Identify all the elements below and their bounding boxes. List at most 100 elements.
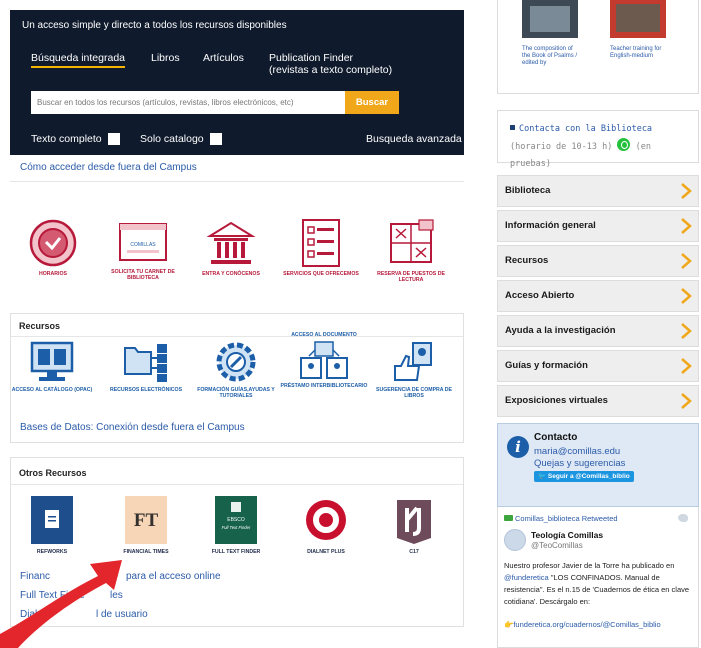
c17-logo-icon — [397, 500, 431, 544]
financial-times-link-end[interactable]: para el acceso online — [126, 571, 221, 582]
tile-acceso-documento[interactable]: ACCESO AL DOCUMENTO PRÉSTAMO INTERBIBLIO… — [279, 332, 369, 389]
full-text-finder-link-end[interactable]: les — [110, 590, 123, 601]
book-item[interactable]: Teacher training for English-medium — [610, 0, 666, 60]
tile-label: ACCESO AL CATÁLOGO (OPAC) — [11, 387, 93, 393]
full-text-checkbox[interactable] — [107, 133, 120, 145]
contact-library-link[interactable]: Contacta con la Biblioteca — [519, 124, 652, 134]
tab-articulos[interactable]: Artículos — [203, 52, 244, 64]
search-row: Buscar — [31, 91, 401, 114]
contact-email-link[interactable]: maria@comillas.edu — [534, 446, 620, 457]
menu-item-informacion[interactable]: Información general — [497, 210, 699, 242]
financial-times-link-start[interactable]: Financ — [20, 571, 50, 582]
menu-item-acceso-abierto[interactable]: Acceso Abierto — [497, 280, 699, 312]
tile-catalogo[interactable]: ACCESO AL CATÁLOGO (OPAC) — [7, 340, 97, 393]
menu-item-biblioteca[interactable]: Biblioteca — [497, 175, 699, 207]
tile-label: HORARIOS — [39, 271, 67, 277]
tweet-link-label: funderetica.org/cuadernos/@Comillas_bibl… — [513, 620, 661, 629]
recursos-title: Recursos — [19, 321, 61, 331]
checklist-icon — [302, 219, 340, 267]
full-text-option[interactable]: Texto completo — [31, 133, 120, 145]
contact-library-box: Contacta con la Biblioteca (horario de 1… — [497, 110, 699, 169]
menu-item-label: Guías y formación — [505, 360, 588, 371]
dialnet-link-end[interactable]: l de usuario — [96, 609, 148, 620]
chevron-right-icon — [681, 358, 692, 374]
complaints-link[interactable]: Quejas y sugerencias — [534, 458, 625, 469]
divider — [11, 484, 463, 485]
twitter-follow-button[interactable]: 🐦 Seguir a @Comillas_biblio — [534, 471, 634, 482]
tile-label: FORMACIÓN GUÍAS,AYUDAS Y TUTORIALES — [197, 387, 275, 399]
menu-item-ayuda-investigacion[interactable]: Ayuda a la investigación — [497, 315, 699, 347]
card-text: COMILLAS — [130, 242, 156, 248]
tile-carnet[interactable]: COMILLAS SOLICITA TU CARNET DE BIBLIOTEC… — [98, 220, 188, 281]
tile-label: SOLICITA TU CARNET DE BIBLIOTECA — [111, 269, 175, 281]
twitter-bird-icon: 🐦 — [538, 473, 547, 480]
tile-recursos-electronicos[interactable]: RECURSOS ELECTRÓNICOS — [101, 340, 191, 393]
tab-busqueda-integrada[interactable]: Búsqueda integrada — [31, 52, 125, 68]
menu-item-label: Ayuda a la investigación — [505, 325, 616, 336]
tweet-author-handle[interactable]: @TeoComillas — [531, 541, 583, 550]
tile-formacion[interactable]: FORMACIÓN GUÍAS,AYUDAS Y TUTORIALES — [191, 340, 281, 399]
tab-publication-finder-sub[interactable]: (revistas a texto completo) — [269, 64, 392, 76]
avatar[interactable] — [504, 529, 526, 551]
search-button[interactable]: Buscar — [345, 91, 399, 114]
tile-entra[interactable]: ENTRA Y CONÓCENOS — [186, 218, 276, 277]
tweet-author-name[interactable]: Teología Comillas — [531, 530, 603, 540]
tweet-text: Nuestro profesor Javier de la Torre ha p… — [504, 560, 696, 608]
tweet-mention-link[interactable]: @funderetica — [504, 573, 549, 582]
campus-access-link[interactable]: Cómo acceder desde fuera del Campus — [20, 162, 197, 173]
catalog-only-checkbox[interactable] — [209, 133, 222, 145]
chevron-right-icon — [681, 393, 692, 409]
chevron-right-icon — [681, 288, 692, 304]
gear-wrench-icon — [216, 342, 256, 382]
tab-libros[interactable]: Libros — [151, 52, 180, 64]
sidebar-menu: Biblioteca Información general Recursos … — [497, 175, 699, 420]
catalog-only-option[interactable]: Solo catalogo — [140, 133, 222, 145]
twitter-follow-label: Seguir a @Comillas_biblio — [547, 473, 630, 480]
chevron-right-icon — [681, 218, 692, 234]
tile-reserva[interactable]: RESERVA DE PUESTOS DE LECTURA — [366, 218, 456, 283]
menu-item-recursos[interactable]: Recursos — [497, 245, 699, 277]
menu-item-exposiciones[interactable]: Exposiciones virtuales — [497, 385, 699, 417]
search-input[interactable] — [31, 91, 345, 114]
tile-refworks[interactable]: REFWORKS — [7, 494, 97, 555]
retweet-icon — [504, 515, 513, 521]
tile-sugerencia[interactable]: SUGERENCIA DE COMPRA DE LIBROS — [369, 340, 459, 399]
folder-tree-icon — [124, 344, 167, 382]
menu-item-label: Información general — [505, 220, 596, 231]
otros-recursos-panel: Otros Recursos REFWORKS FT FINANCIAL TIM… — [10, 457, 464, 627]
whatsapp-icon[interactable] — [617, 138, 631, 151]
tile-financial-times[interactable]: FT FINANCIAL TIMES — [101, 494, 191, 555]
tile-label: SERVICIOS QUE OFRECEMOS — [283, 271, 359, 277]
otros-recursos-title: Otros Recursos — [19, 468, 87, 478]
ebsco-logo-text: EBSCO — [227, 517, 245, 523]
tile-servicios[interactable]: SERVICIOS QUE OFRECEMOS — [276, 218, 366, 277]
tile-dialnet[interactable]: DIALNET PLUS — [281, 494, 371, 555]
tile-c17[interactable]: C17 — [369, 494, 459, 555]
ebsco-logo-subtext: Full Text Finder — [222, 525, 251, 530]
menu-item-label: Recursos — [505, 255, 549, 266]
search-panel: Un acceso simple y directo a todos los r… — [10, 10, 464, 155]
tweet-link[interactable]: 👉funderetica.org/cuadernos/@Comillas_bib… — [504, 620, 661, 629]
tile-full-text-finder[interactable]: EBSCO Full Text Finder FULL TEXT FINDER — [191, 494, 281, 555]
tab-publication-finder[interactable]: Publication Finder — [269, 52, 353, 64]
clock-icon — [29, 219, 77, 267]
bases-datos-link[interactable]: Bases de Datos: Conexión desde fuera el … — [20, 422, 245, 433]
search-tagline: Un acceso simple y directo a todos los r… — [22, 20, 287, 31]
building-icon — [206, 221, 256, 264]
catalog-only-label: Solo catalogo — [140, 133, 204, 145]
twitter-icon — [678, 514, 688, 522]
twitter-timeline: Comillas_biblioteca Retweeted Teología C… — [497, 507, 699, 648]
seat-grid-icon — [390, 219, 434, 263]
tile-horarios[interactable]: HORARIOS — [8, 218, 98, 277]
chevron-right-icon — [681, 183, 692, 199]
tile-label: ACCESO AL DOCUMENTO — [291, 332, 357, 338]
retweet-indicator: Comillas_biblioteca Retweeted — [504, 514, 618, 523]
document-exchange-icon — [300, 341, 348, 379]
tile-label: FINANCIAL TIMES — [123, 549, 169, 555]
menu-item-guias[interactable]: Guías y formación — [497, 350, 699, 382]
full-text-finder-link-start[interactable]: Full Text Finde — [20, 590, 85, 601]
advanced-search-link[interactable]: Busqueda avanzada — [366, 133, 462, 145]
tile-label: REFWORKS — [36, 549, 68, 555]
book-item[interactable]: The composition of the Book of Psalms / … — [522, 0, 578, 67]
dialnet-link-start[interactable]: Diale — [20, 609, 43, 620]
